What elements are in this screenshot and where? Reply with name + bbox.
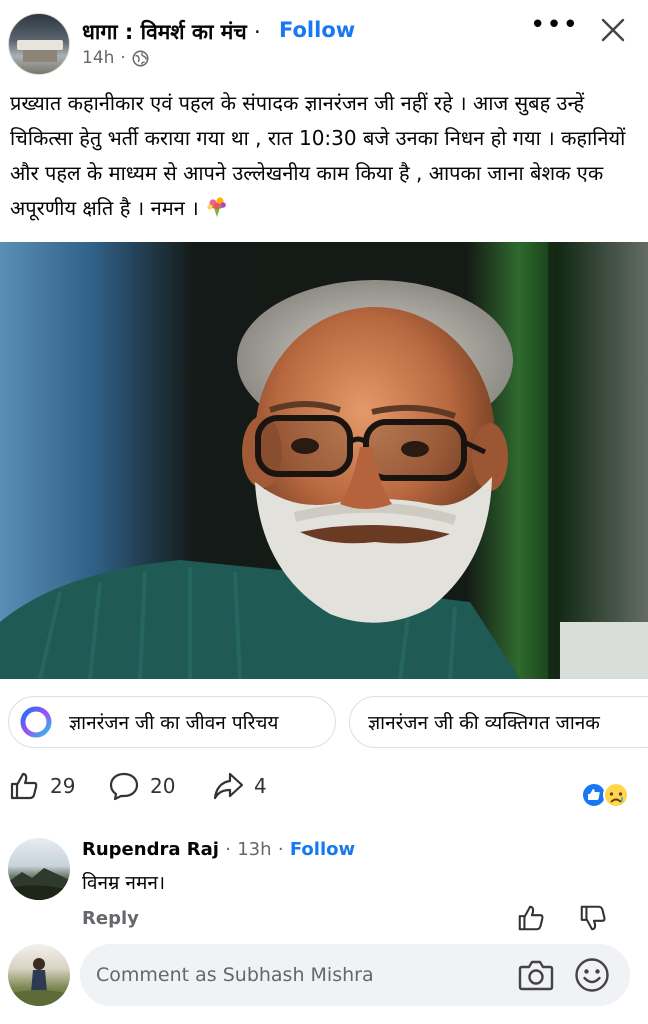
comment-icon	[109, 772, 139, 801]
suggestion-label: ज्ञानरंजन जी की व्यक्तिगत जानक	[368, 712, 600, 734]
comment-text: विनम्र नमन।	[82, 872, 166, 894]
reply-button[interactable]: Reply	[82, 908, 139, 929]
separator-dot: ·	[225, 839, 231, 860]
commenter-avatar[interactable]	[8, 838, 70, 900]
comment-follow-button[interactable]: Follow	[290, 839, 355, 860]
suggestion-chip-bio[interactable]: ज्ञानरंजन जी का जीवन परिचय	[8, 696, 336, 748]
separator-dot: ·	[253, 20, 261, 44]
comment-button[interactable]: 20	[108, 770, 175, 802]
comment-input[interactable]	[96, 944, 496, 1006]
commenter-name[interactable]: Rupendra Raj	[82, 839, 219, 860]
close-icon[interactable]	[598, 15, 628, 45]
reactions-summary[interactable]	[580, 781, 632, 809]
follow-button[interactable]: Follow	[279, 18, 355, 42]
thumbs-up-icon	[10, 772, 38, 800]
more-icon[interactable]: •••	[530, 12, 578, 38]
group-name[interactable]: धागा : विमर्श का मंच ·	[82, 18, 261, 46]
post-text: प्रख्यात कहानीकार एवं पहल के संपादक ज्ञा…	[10, 91, 626, 220]
like-count: 29	[50, 774, 76, 798]
share-icon	[213, 772, 244, 800]
share-count: 4	[254, 774, 267, 798]
camera-icon[interactable]	[518, 958, 554, 992]
user-avatar[interactable]	[8, 944, 70, 1006]
post-meta: 14h ·	[82, 48, 149, 68]
post-body: प्रख्यात कहानीकार एवं पहल के संपादक ज्ञा…	[10, 86, 638, 226]
thumbs-up-icon[interactable]	[516, 903, 546, 933]
comment-time[interactable]: 13h	[237, 839, 271, 860]
comment-composer[interactable]	[80, 944, 630, 1006]
suggestion-label: ज्ञानरंजन जी का जीवन परिचय	[69, 712, 279, 734]
post-photo[interactable]	[0, 242, 648, 679]
comment-count: 20	[150, 774, 176, 798]
post-time[interactable]: 14h	[82, 48, 114, 68]
separator-dot: ·	[277, 839, 284, 860]
like-button[interactable]: 29	[8, 770, 75, 802]
meta-ai-icon	[20, 706, 52, 738]
globe-icon	[132, 50, 149, 66]
bouquet-icon	[207, 197, 226, 217]
portrait-image	[0, 242, 648, 679]
post-header: धागा : विमर्श का मंच · Follow 14h · •••	[0, 0, 648, 80]
share-button[interactable]: 4	[212, 770, 267, 802]
comment-header: Rupendra Raj · 13h · Follow	[82, 839, 355, 860]
suggestion-chip-personal[interactable]: ज्ञानरंजन जी की व्यक्तिगत जानक	[349, 696, 648, 748]
group-avatar[interactable]	[8, 13, 70, 75]
thumbs-down-icon[interactable]	[578, 903, 608, 933]
emoji-icon[interactable]	[574, 957, 610, 993]
